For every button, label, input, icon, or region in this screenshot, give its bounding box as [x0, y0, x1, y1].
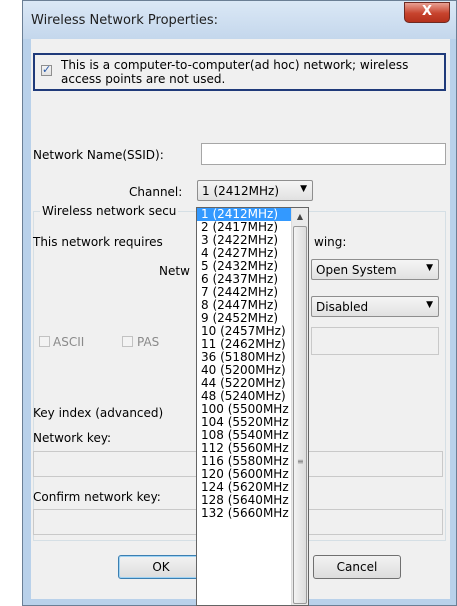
key-index-label: Key index (advanced): [33, 406, 164, 420]
channel-option[interactable]: 3 (2422MHz): [197, 234, 292, 247]
ssid-label: Network Name(SSID):: [33, 148, 164, 162]
chevron-down-icon: ▼: [426, 300, 433, 310]
channel-option[interactable]: 8 (2447MHz): [197, 299, 292, 312]
adhoc-option-highlight: This is a computer-to-computer(ad hoc) n…: [33, 53, 446, 91]
dropdown-scrollbar[interactable]: ▲ ≡: [291, 208, 308, 605]
channel-option[interactable]: 124 (5620MHz: [197, 481, 292, 494]
ascii-label: ASCII: [53, 335, 85, 349]
adhoc-checkbox-label[interactable]: This is a computer-to-computer(ad hoc) n…: [61, 58, 441, 86]
requires-label: This network requires: [33, 235, 163, 249]
passphrase-label: PAS: [137, 335, 160, 349]
channel-label: Channel:: [129, 185, 183, 199]
scrollbar-thumb[interactable]: ≡: [293, 226, 307, 604]
key-length-field[interactable]: [311, 327, 439, 355]
chevron-down-icon: ▼: [426, 263, 433, 273]
channel-option[interactable]: 11 (2462MHz): [197, 338, 292, 351]
channel-option[interactable]: 116 (5580MHz: [197, 455, 292, 468]
ok-button[interactable]: OK: [118, 555, 204, 579]
channel-option[interactable]: 4 (2427MHz): [197, 247, 292, 260]
security-group-label: Wireless network secu: [40, 204, 179, 218]
channel-option[interactable]: 10 (2457MHz): [197, 325, 292, 338]
channel-option[interactable]: 120 (5600MHz: [197, 468, 292, 481]
network-key-label: Network key:: [33, 431, 112, 445]
channel-option[interactable]: 44 (5220MHz): [197, 377, 292, 390]
cancel-button[interactable]: Cancel: [313, 555, 401, 579]
network-auth-label: Netw: [159, 264, 190, 278]
channel-option[interactable]: 48 (5240MHz): [197, 390, 292, 403]
channel-option[interactable]: 40 (5200MHz): [197, 364, 292, 377]
scroll-up-arrow-icon[interactable]: ▲: [293, 209, 307, 225]
channel-option[interactable]: 104 (5520MHz: [197, 416, 292, 429]
channel-selected-value: 1 (2412MHz): [202, 184, 280, 198]
dialog-title: Wireless Network Properties:: [31, 13, 219, 28]
channel-option[interactable]: 108 (5540MHz: [197, 429, 292, 442]
passphrase-checkbox[interactable]: [122, 336, 133, 347]
close-icon: X: [421, 4, 433, 19]
channel-options: 1 (2412MHz) 2 (2417MHz) 3 (2422MHz) 4 (2427…: [197, 208, 292, 520]
channel-option[interactable]: 7 (2442MHz): [197, 286, 292, 299]
data-encryption-value: Disabled: [316, 300, 369, 314]
adhoc-checkbox[interactable]: [41, 63, 52, 76]
channel-option[interactable]: 1 (2412MHz): [197, 208, 292, 221]
network-authentication-value: Open System: [316, 263, 397, 277]
channel-option[interactable]: 132 (5660MHz: [197, 507, 292, 520]
channel-option[interactable]: 36 (5180MHz): [197, 351, 292, 364]
channel-option[interactable]: 6 (2437MHz): [197, 273, 292, 286]
channel-option[interactable]: 2 (2417MHz): [197, 221, 292, 234]
confirm-key-label: Confirm network key:: [33, 490, 161, 504]
channel-option[interactable]: 5 (2432MHz): [197, 260, 292, 273]
channel-select[interactable]: 1 (2412MHz) ▼: [197, 180, 313, 201]
chevron-down-icon: ▼: [300, 184, 307, 194]
scroll-grip-icon: ≡: [297, 457, 304, 466]
title-bar[interactable]: Wireless Network Properties: X: [23, 1, 456, 39]
channel-option[interactable]: 128 (5640MHz: [197, 494, 292, 507]
ascii-checkbox[interactable]: [39, 336, 50, 347]
channel-option[interactable]: 100 (5500MHz: [197, 403, 292, 416]
ssid-input[interactable]: [201, 143, 446, 165]
close-button[interactable]: X: [404, 2, 450, 23]
channel-option[interactable]: 9 (2452MHz): [197, 312, 292, 325]
network-authentication-select[interactable]: Open System ▼: [311, 259, 439, 280]
requires-label-suffix: wing:: [314, 235, 347, 249]
channel-dropdown-list[interactable]: 1 (2412MHz) 2 (2417MHz) 3 (2422MHz) 4 (2427…: [196, 207, 309, 606]
data-encryption-select[interactable]: Disabled ▼: [311, 296, 439, 317]
channel-option[interactable]: 112 (5560MHz: [197, 442, 292, 455]
